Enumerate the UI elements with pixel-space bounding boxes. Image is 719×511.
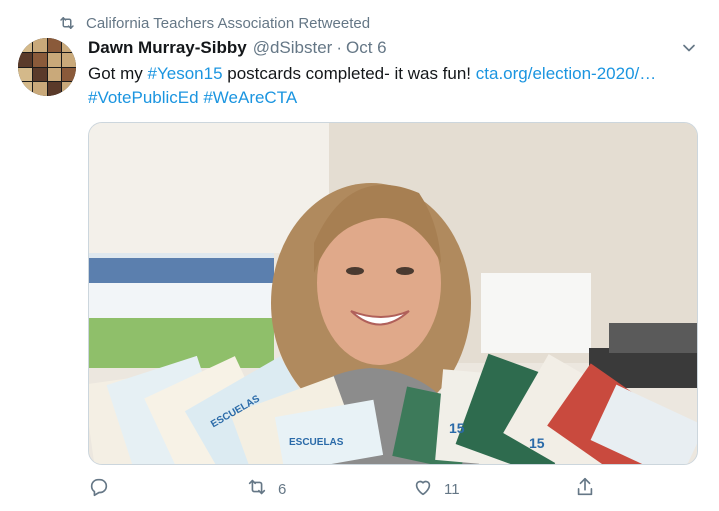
svg-text:15: 15 (449, 420, 465, 436)
tweet-header: Dawn Murray-Sibby @dSibster · Oct 6 (88, 36, 679, 60)
hashtag-wearecta[interactable]: #WeAreCTA (203, 88, 297, 107)
retweet-button[interactable]: 6 (246, 476, 286, 502)
retweet-context: California Teachers Association Retweete… (58, 12, 370, 34)
reply-button[interactable] (88, 476, 120, 502)
tweet-text-part: Got my (88, 64, 148, 83)
share-button[interactable] (574, 476, 606, 502)
tweet-text-part: postcards completed- it was fun! (222, 64, 476, 83)
avatar[interactable] (18, 38, 76, 96)
separator: · (336, 38, 342, 57)
retweet-icon (246, 476, 268, 502)
author-handle[interactable]: @dSibster (253, 38, 333, 58)
hashtag-votepubliced[interactable]: #VotePublicEd (88, 88, 199, 107)
retweet-context-text[interactable]: California Teachers Association Retweete… (86, 15, 370, 32)
author-name[interactable]: Dawn Murray-Sibby (88, 38, 247, 58)
share-icon (574, 476, 596, 502)
tweet-link[interactable]: cta.org/election-2020/… (476, 64, 657, 83)
tweet-actions: 6 11 (88, 476, 608, 502)
svg-text:ESCUELAS: ESCUELAS (289, 437, 344, 448)
hashtag-yeson15[interactable]: #Yeson15 (148, 64, 223, 83)
chevron-down-icon[interactable] (679, 38, 699, 58)
like-count: 11 (444, 480, 460, 498)
reply-icon (88, 476, 110, 502)
tweet-photo[interactable]: ESCUELAS ESCUELAS 15 15 (88, 122, 698, 465)
like-button[interactable]: 11 (412, 476, 460, 502)
retweet-count: 6 (278, 480, 287, 498)
tweet-text: Got my #Yeson15 postcards completed- it … (88, 62, 708, 110)
svg-text:15: 15 (529, 435, 545, 451)
tweet-date[interactable]: Oct 6 (346, 38, 387, 58)
heart-icon (412, 476, 434, 502)
retweet-icon (58, 14, 76, 32)
